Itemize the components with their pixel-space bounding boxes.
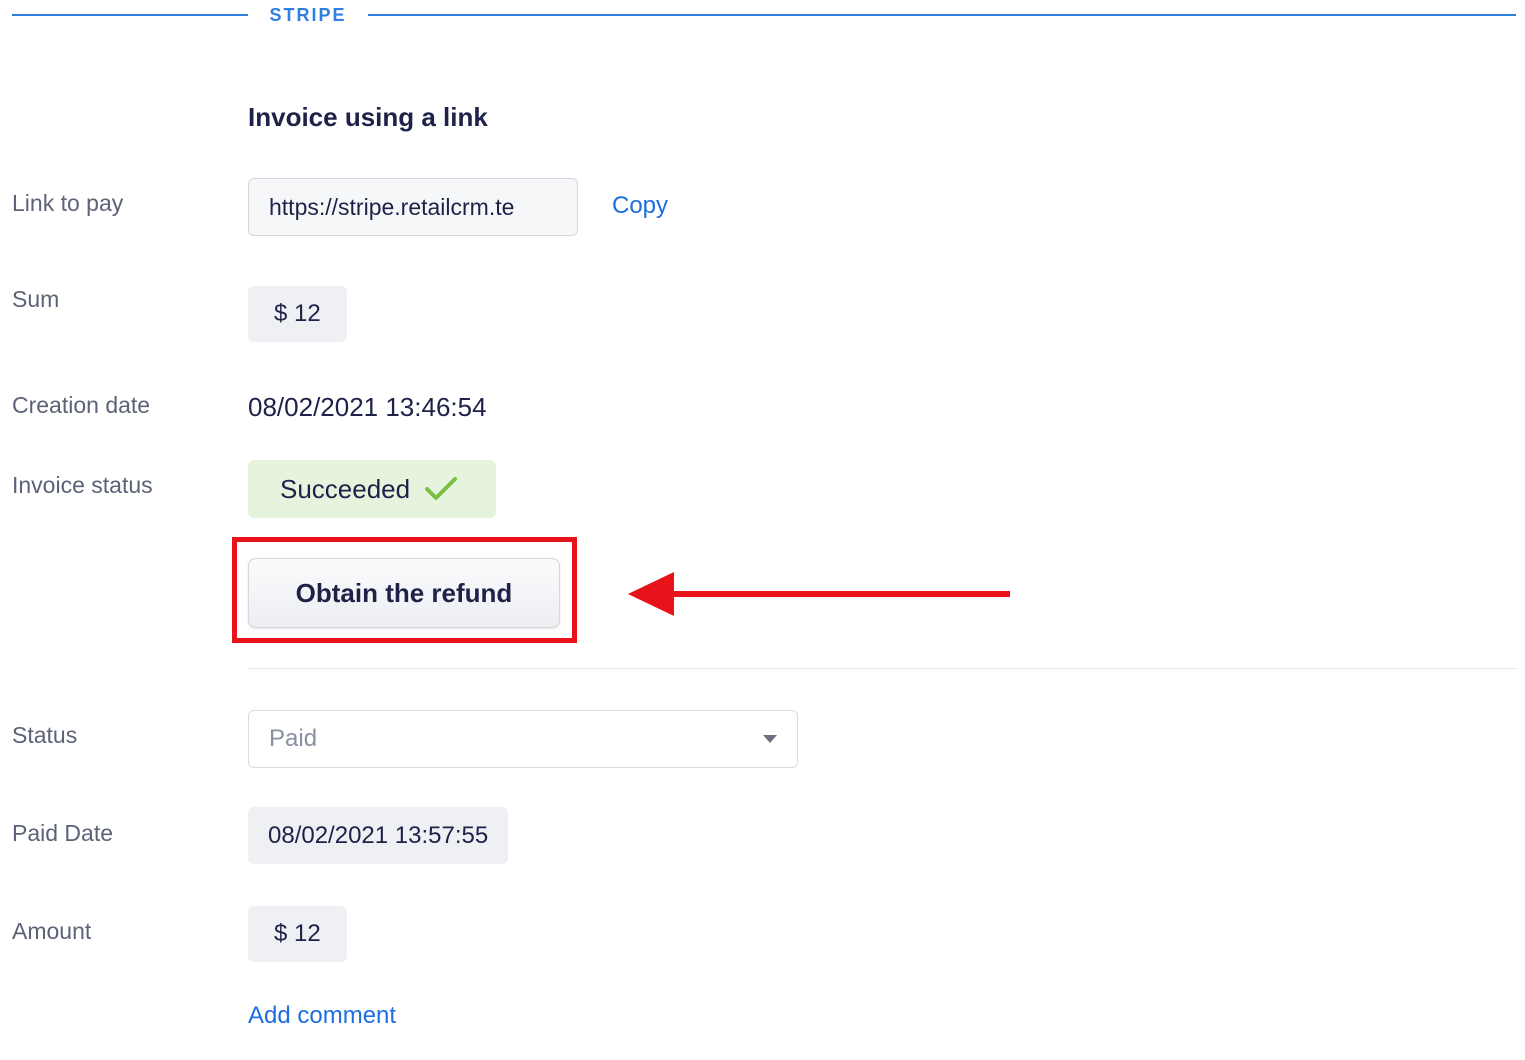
arrow-left-icon: [628, 572, 1010, 616]
paid-date-value: 08/02/2021 13:57:55: [248, 807, 509, 864]
status-select[interactable]: Paid: [248, 710, 798, 768]
invoice-status-value: Succeeded: [280, 473, 411, 504]
check-icon: [425, 477, 458, 500]
status-select-value: Paid: [269, 725, 318, 752]
stripe-payment-panel: STRIPE Invoice using a link Link to pay …: [0, 0, 1525, 1060]
invoice-heading: Invoice using a link: [248, 102, 488, 132]
link-to-pay-input[interactable]: [248, 178, 578, 236]
section-divider: [248, 668, 1516, 669]
obtain-refund-button[interactable]: Obtain the refund: [248, 558, 560, 628]
sum-value: $ 12: [248, 286, 347, 342]
amount-value: $ 12: [248, 906, 347, 962]
creation-date-label: Creation date: [12, 392, 151, 418]
invoice-status-badge: Succeeded: [248, 460, 496, 518]
section-divider-right: [368, 14, 1516, 16]
status-label: Status: [12, 722, 78, 748]
link-to-pay-label: Link to pay: [12, 190, 124, 216]
paid-date-label: Paid Date: [12, 820, 114, 846]
copy-link[interactable]: Copy: [612, 192, 668, 220]
caret-down-icon: [763, 735, 777, 743]
amount-label: Amount: [12, 918, 92, 944]
section-title: STRIPE: [269, 5, 347, 25]
creation-date-value: 08/02/2021 13:46:54: [248, 392, 487, 422]
sum-label: Sum: [12, 286, 60, 312]
section-divider-left: [12, 14, 248, 16]
invoice-status-label: Invoice status: [12, 472, 153, 498]
add-comment-link[interactable]: Add comment: [248, 1002, 396, 1030]
